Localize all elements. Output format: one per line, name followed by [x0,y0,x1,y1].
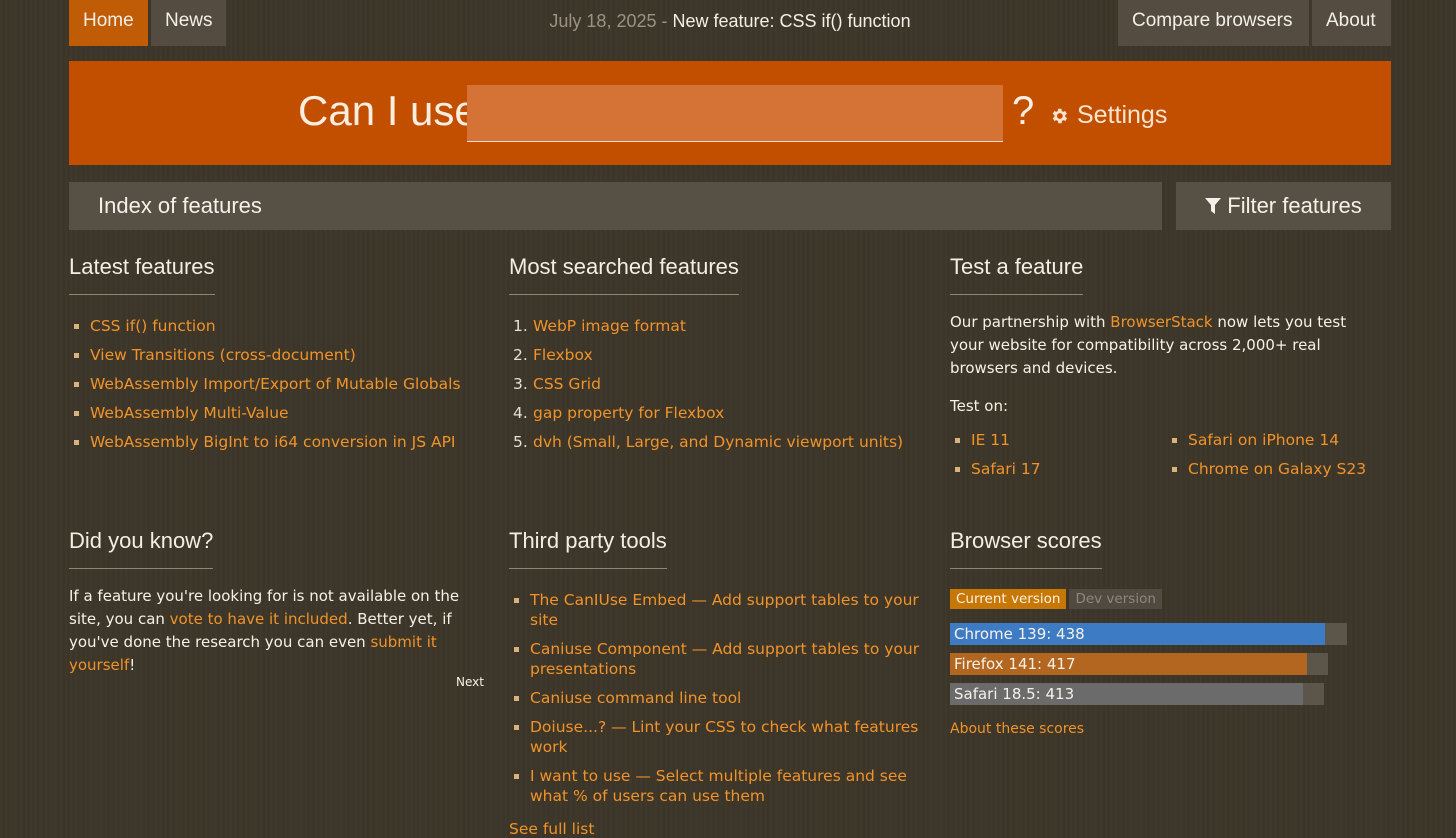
filter-features-button[interactable]: Filter features [1176,182,1391,230]
list-item[interactable]: Caniuse Component — Add support tables t… [509,639,934,679]
score-bar-label: Firefox 141: 417 [954,655,1076,673]
score-bar-label: Safari 18.5: 413 [954,685,1075,703]
test-feature-section: Test a feature Our partnership with Brow… [950,254,1370,500]
list-item[interactable]: Caniuse command line tool [509,688,934,708]
did-you-know-heading: Did you know? [69,528,214,569]
test-feature-heading: Test a feature [950,254,1084,295]
latest-features-section: Latest features CSS if() function View T… [69,254,489,461]
list-item[interactable]: 1. WebP image format [509,316,929,336]
score-bar: Chrome 139: 438 [950,623,1347,645]
third-party-heading: Third party tools [509,528,667,569]
settings-button[interactable]: Settings [1049,101,1167,130]
test-feature-text: Our partnership with BrowserStack now le… [950,313,1347,377]
most-searched-section: Most searched features 1. WebP image form… [509,254,929,461]
gear-icon [1052,108,1068,123]
tab-current-version[interactable]: Current version [950,589,1067,609]
list-item[interactable]: 5. dvh (Small, Large, and Dynamic viewpor… [509,432,929,452]
test-on-label: Test on: [950,397,1009,415]
latest-features-list: CSS if() function View Transitions (cros… [69,316,489,452]
search-hero: Can I use ? Settings [69,61,1391,165]
question-mark: ? [1012,89,1035,133]
browserstack-link[interactable]: BrowserStack [1110,313,1212,331]
list-item[interactable]: 2. Flexbox [509,345,929,365]
vote-link[interactable]: vote to have it included [170,610,348,628]
test-target-galaxy-s23[interactable]: Chrome on Galaxy S23 [1167,459,1366,479]
news-date: July 18, 2025 - [549,11,673,31]
search-label: Can I use [298,87,478,134]
test-target-iphone14[interactable]: Safari on iPhone 14 [1167,430,1366,450]
tab-dev-version[interactable]: Dev version [1069,589,1162,609]
score-bar-label: Chrome 139: 438 [954,625,1085,643]
test-target-ie11[interactable]: IE 11 [950,430,1041,450]
list-item[interactable]: WebAssembly Multi-Value [69,403,489,423]
most-searched-list: 1. WebP image format 2. Flexbox 3. CSS Grid… [509,316,929,452]
list-item[interactable]: Doiuse...? — Lint your CSS to check what… [509,717,934,757]
search-input[interactable] [467,85,1003,142]
filter-features-label: Filter features [1227,193,1362,218]
top-nav: July 18, 2025 - New feature: CSS if() fu… [69,0,1391,46]
about-scores-link[interactable]: About these scores [950,721,1370,737]
settings-label: Settings [1077,101,1168,129]
did-you-know-section: Did you know? If a feature you're lookin… [69,528,489,689]
nav-compare-browsers-link[interactable]: Compare browsers [1118,0,1309,46]
did-you-know-text: If a feature you're looking for is not a… [69,587,460,674]
list-item[interactable]: 3. CSS Grid [509,374,929,394]
list-item[interactable]: WebAssembly BigInt to i64 conversion in … [69,432,489,452]
third-party-section: Third party tools The CanIUse Embed — Ad… [509,528,934,838]
list-item[interactable]: The CanIUse Embed — Add support tables t… [509,590,934,630]
test-targets: IE 11 Safari 17 Safari on iPhone 14 Chro… [950,430,1370,500]
list-item[interactable]: CSS if() function [69,316,489,336]
third-party-list: The CanIUse Embed — Add support tables t… [509,590,934,806]
list-item[interactable]: 4. gap property for Flexbox [509,403,929,423]
score-bar: Safari 18.5: 413 [950,683,1324,705]
score-bar: Firefox 141: 417 [950,653,1328,675]
test-target-safari17[interactable]: Safari 17 [950,459,1041,479]
news-title-link[interactable]: New feature: CSS if() function [672,11,910,31]
list-item[interactable]: WebAssembly Import/Export of Mutable Glo… [69,374,489,394]
next-button[interactable]: Next [456,675,484,689]
browser-scores-section: Browser scores Current version Dev versio… [950,528,1370,737]
nav-about-link[interactable]: About [1312,0,1391,46]
see-full-list-link[interactable]: See full list [509,820,934,838]
list-item[interactable]: View Transitions (cross-document) [69,345,489,365]
index-of-features-link[interactable]: Index of features [69,182,1162,230]
filter-icon [1205,198,1222,214]
nav-home-link[interactable]: Home [69,0,148,46]
latest-features-heading: Latest features [69,254,215,295]
browser-scores-heading: Browser scores [950,528,1102,569]
list-item[interactable]: I want to use — Select multiple features… [509,766,934,806]
score-bars: Chrome 139: 438 Firefox 141: 417 Safari 18… [950,623,1370,715]
nav-news-link[interactable]: News [151,0,226,46]
most-searched-heading: Most searched features [509,254,739,295]
score-version-tabs: Current version Dev version [950,588,1370,609]
